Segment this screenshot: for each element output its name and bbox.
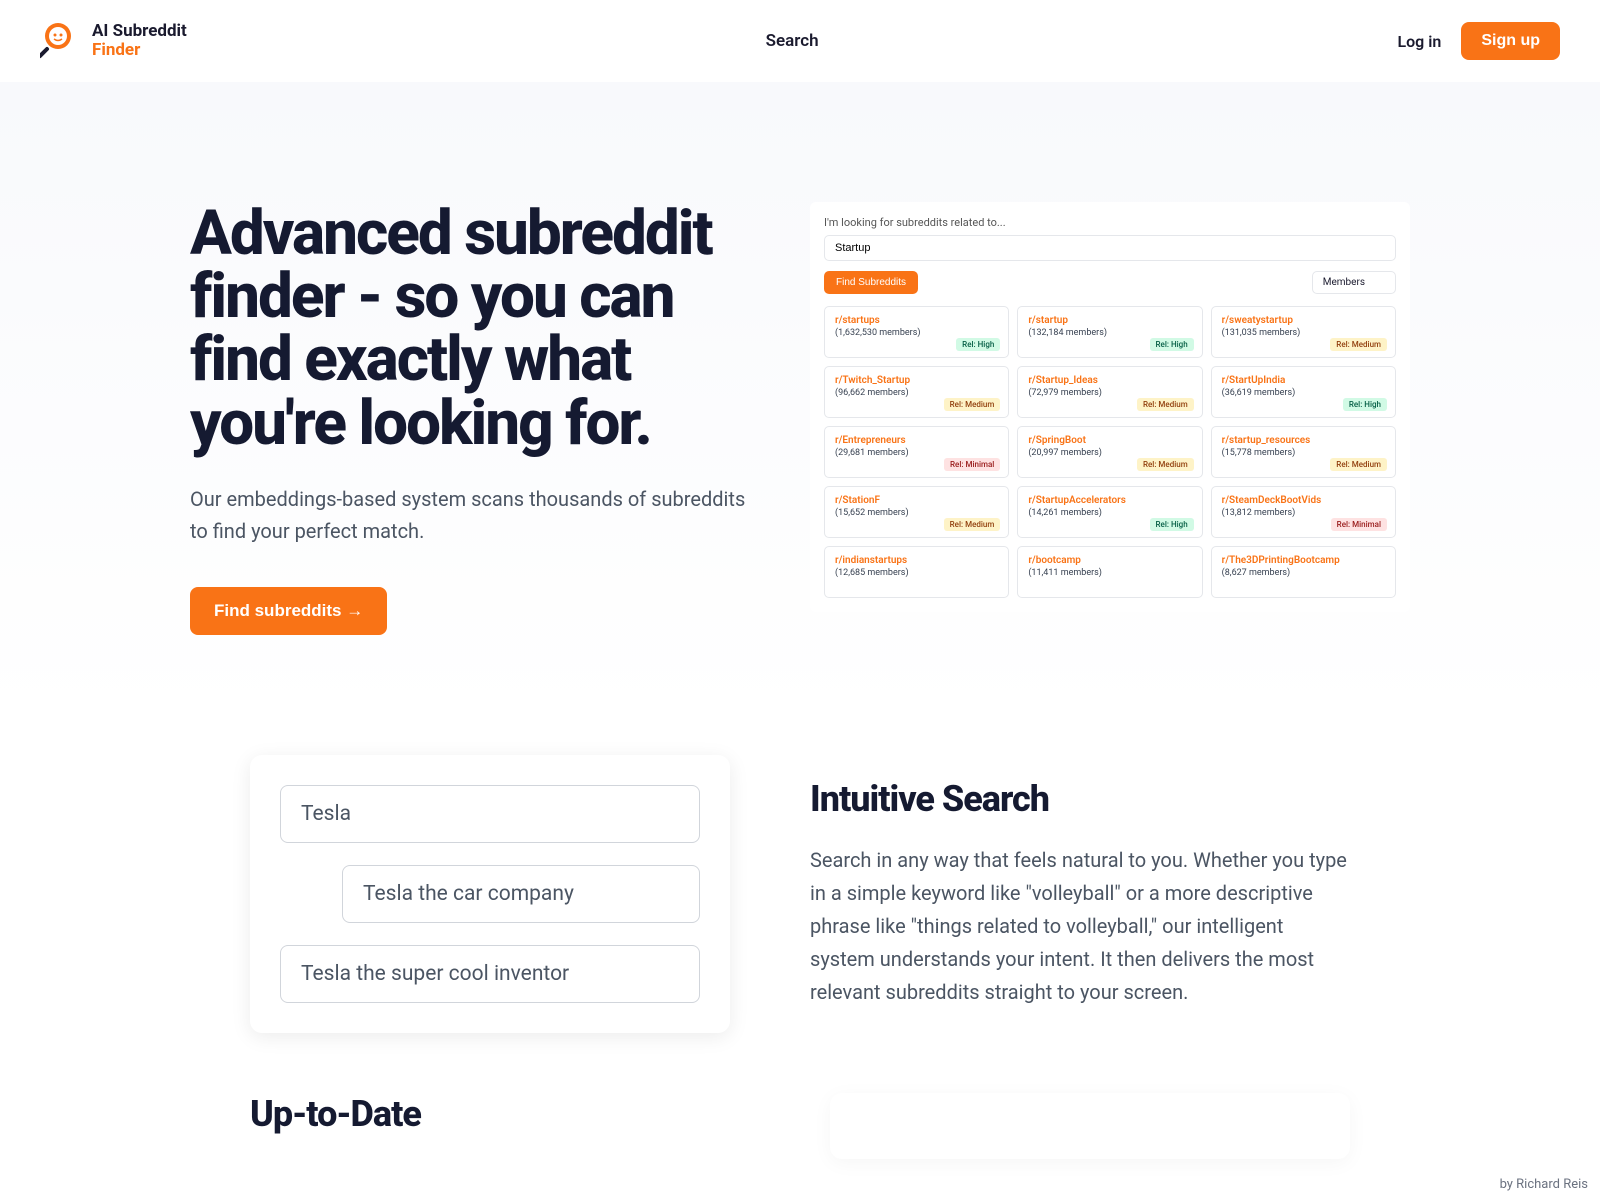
relevance-badge: Rel: Medium (1137, 458, 1194, 471)
relevance-badge: Rel: Medium (1137, 398, 1194, 411)
result-card[interactable]: r/Twitch_Startup (96,662 members)Rel: Med… (824, 366, 1009, 418)
preview-sort-select[interactable]: Members (1312, 271, 1396, 294)
result-card[interactable]: r/StationF (15,652 members)Rel: Medium (824, 486, 1009, 538)
result-name: r/startups (835, 315, 998, 326)
result-name: r/The3DPrintingBootcamp (1222, 555, 1385, 566)
sort-label: Members (1323, 277, 1365, 288)
result-card[interactable]: r/bootcamp (11,411 members) (1017, 546, 1202, 598)
result-name: r/sweatystartup (1222, 315, 1385, 326)
result-card[interactable]: r/indianstartups (12,685 members) (824, 546, 1009, 598)
result-name: r/StartUpIndia (1222, 375, 1385, 386)
relevance-badge: Rel: Minimal (944, 458, 1000, 471)
result-card[interactable]: r/StartUpIndia (36,619 members)Rel: High (1211, 366, 1396, 418)
result-card[interactable]: r/Entrepreneurs (29,681 members)Rel: Mini… (824, 426, 1009, 478)
result-card[interactable]: r/The3DPrintingBootcamp (8,627 members) (1211, 546, 1396, 598)
result-card[interactable]: r/sweatystartup (131,035 members)Rel: Med… (1211, 306, 1396, 358)
result-card[interactable]: r/startup (132,184 members)Rel: High (1017, 306, 1202, 358)
result-name: r/indianstartups (835, 555, 998, 566)
preview-search-input[interactable] (824, 235, 1396, 261)
example-box-1: Tesla (280, 785, 700, 843)
relevance-badge: Rel: High (1343, 398, 1387, 411)
result-members: (96,662 members) (835, 388, 998, 398)
result-name: r/StationF (835, 495, 998, 506)
feature-title-intuitive: Intuitive Search (810, 778, 1350, 820)
result-members: (132,184 members) (1028, 328, 1191, 338)
footer-credit: by Richard Reis (1500, 1177, 1588, 1192)
preview-label: I'm looking for subreddits related to... (824, 216, 1396, 229)
results-grid: r/startups(1,632,530 members)Rel: Highr/… (824, 306, 1396, 598)
relevance-badge: Rel: High (1150, 518, 1194, 531)
relevance-badge: Rel: High (956, 338, 1000, 351)
result-name: r/startup_resources (1222, 435, 1385, 446)
result-name: r/Entrepreneurs (835, 435, 998, 446)
result-name: r/SteamDeckBootVids (1222, 495, 1385, 506)
logo-text-line1: AI Subreddit (92, 22, 187, 41)
signup-button[interactable]: Sign up (1461, 22, 1560, 60)
relevance-badge: Rel: High (1150, 338, 1194, 351)
nav-search-link[interactable]: Search (766, 31, 819, 51)
feature-text-intuitive: Search in any way that feels natural to … (810, 844, 1350, 1009)
footer-by: by (1500, 1177, 1517, 1192)
result-name: r/bootcamp (1028, 555, 1191, 566)
uptodate-image-placeholder (830, 1093, 1350, 1159)
logo-text-line2: Finder (92, 41, 187, 60)
preview-find-button[interactable]: Find Subreddits (824, 271, 918, 294)
logo[interactable]: AI Subreddit Finder (40, 20, 187, 62)
result-name: r/StartupAccelerators (1028, 495, 1191, 506)
feature-title-uptodate: Up-to-Date (250, 1093, 750, 1135)
result-card[interactable]: r/StartupAccelerators (14,261 members)Rel… (1017, 486, 1202, 538)
result-card[interactable]: r/startup_resources (15,778 members)Rel: … (1211, 426, 1396, 478)
relevance-badge: Rel: Medium (1330, 458, 1387, 471)
result-name: r/startup (1028, 315, 1191, 326)
find-subreddits-button[interactable]: Find subreddits → (190, 587, 387, 635)
result-card[interactable]: r/Startup_Ideas (72,979 members)Rel: Medi… (1017, 366, 1202, 418)
result-members: (14,261 members) (1028, 508, 1191, 518)
result-members: (36,619 members) (1222, 388, 1385, 398)
relevance-badge: Rel: Medium (1330, 338, 1387, 351)
result-members: (131,035 members) (1222, 328, 1385, 338)
result-members: (15,778 members) (1222, 448, 1385, 458)
result-name: r/SpringBoot (1028, 435, 1191, 446)
result-members: (20,997 members) (1028, 448, 1191, 458)
result-members: (12,685 members) (835, 568, 998, 578)
result-members: (29,681 members) (835, 448, 998, 458)
logo-icon (40, 20, 82, 62)
example-box-3: Tesla the super cool inventor (280, 945, 700, 1003)
login-link[interactable]: Log in (1397, 32, 1441, 51)
result-members: (72,979 members) (1028, 388, 1191, 398)
relevance-badge: Rel: Minimal (1331, 518, 1387, 531)
relevance-badge: Rel: Medium (944, 518, 1001, 531)
result-members: (15,652 members) (835, 508, 998, 518)
cta-label: Find subreddits → (214, 601, 363, 621)
result-members: (11,411 members) (1028, 568, 1191, 578)
result-card[interactable]: r/SpringBoot (20,997 members)Rel: Medium (1017, 426, 1202, 478)
footer-author-link[interactable]: Richard Reis (1516, 1177, 1588, 1192)
intuitive-search-examples: Tesla Tesla the car company Tesla the su… (250, 755, 730, 1033)
hero-subtitle: Our embeddings-based system scans thousa… (190, 483, 750, 547)
result-members: (13,812 members) (1222, 508, 1385, 518)
result-members: (1,632,530 members) (835, 328, 998, 338)
hero-title: Advanced subreddit finder - so you can f… (190, 202, 750, 455)
result-name: r/Startup_Ideas (1028, 375, 1191, 386)
example-box-2: Tesla the car company (342, 865, 700, 923)
relevance-badge: Rel: Medium (944, 398, 1001, 411)
result-members: (8,627 members) (1222, 568, 1385, 578)
result-card[interactable]: r/SteamDeckBootVids (13,812 members)Rel: … (1211, 486, 1396, 538)
result-card[interactable]: r/startups (1,632,530 members)Rel: High (824, 306, 1009, 358)
result-name: r/Twitch_Startup (835, 375, 998, 386)
preview-panel: I'm looking for subreddits related to...… (810, 202, 1410, 612)
